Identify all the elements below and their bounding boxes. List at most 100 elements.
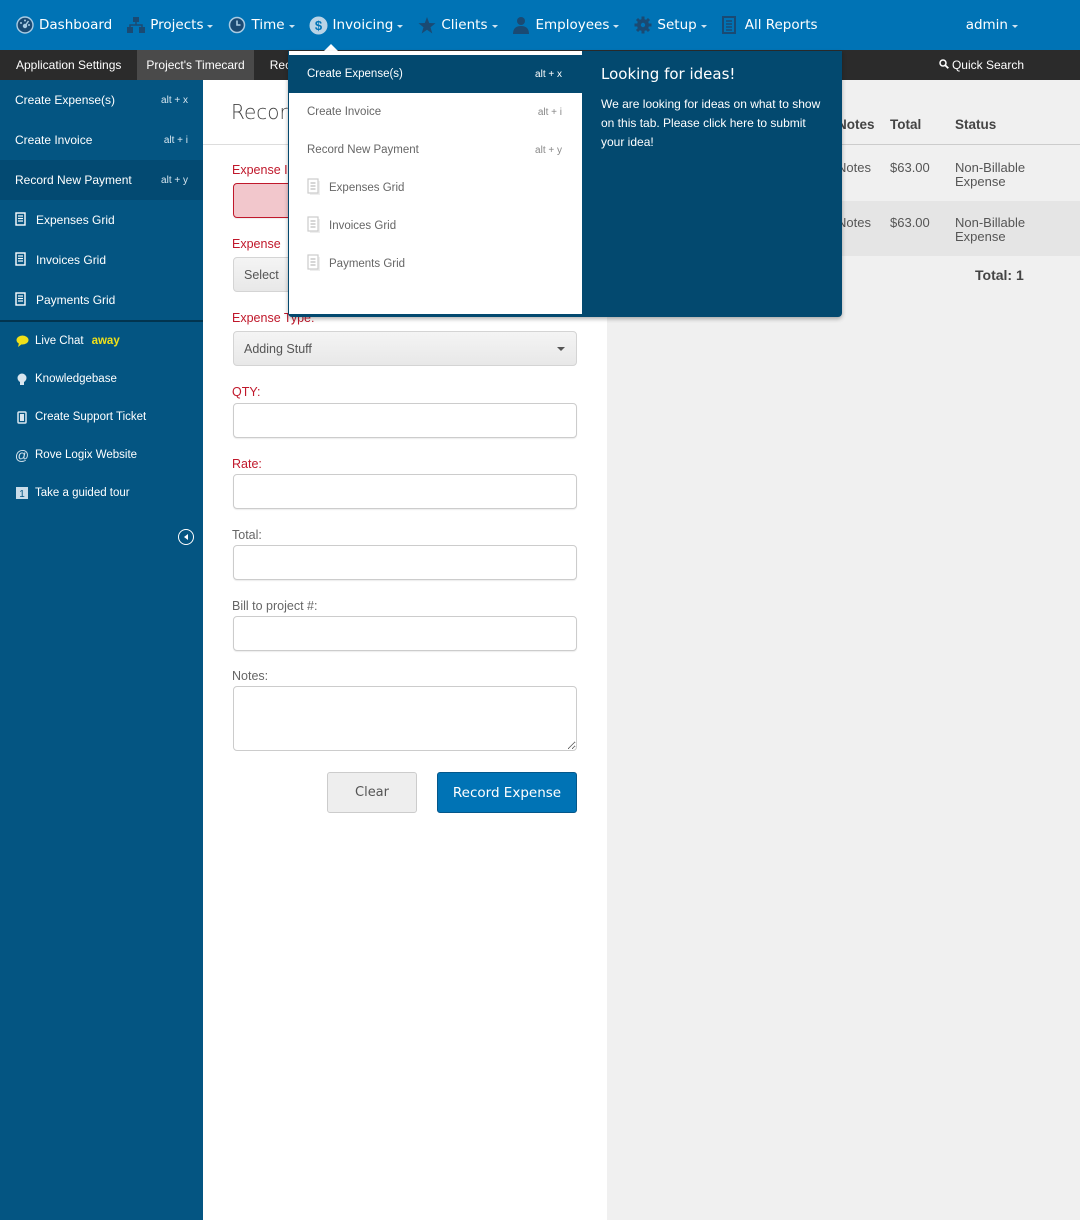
grid-document-icon	[307, 215, 321, 237]
gear-icon	[633, 16, 652, 35]
grid-document-icon	[307, 177, 321, 199]
caret-down-icon	[613, 24, 620, 28]
menu-item-invoices-grid[interactable]: Invoices Grid	[289, 207, 582, 245]
sidebar-knowledgebase[interactable]: Knowledgebase	[0, 360, 203, 398]
website-label: Rove Logix Website	[35, 449, 138, 461]
clock-icon	[227, 16, 246, 35]
nav-label: Employees	[535, 17, 610, 33]
caret-down-icon	[557, 347, 565, 351]
column-header-notes[interactable]: Notes	[837, 117, 875, 132]
star-icon	[417, 16, 436, 35]
menu-item-create-expense[interactable]: Create Expense(s) alt + x	[289, 55, 582, 93]
expense-category-value: Select	[244, 267, 279, 282]
sidebar-item-invoices-grid[interactable]: Invoices Grid	[0, 240, 203, 280]
bill-to-project-label: Bill to project #:	[232, 599, 318, 613]
ideas-panel[interactable]: Looking for ideas! We are looking for id…	[601, 65, 826, 152]
sidebar-live-chat[interactable]: Live Chat away	[0, 322, 203, 360]
dashboard-icon	[15, 16, 34, 35]
total-label: Total:	[232, 528, 262, 542]
sidebar-item-payments-grid[interactable]: Payments Grid	[0, 280, 203, 320]
nav-invoicing[interactable]: $ Invoicing	[302, 0, 411, 50]
menu-item-label: Create Invoice	[307, 106, 382, 118]
sidebar-support-ticket[interactable]: Create Support Ticket	[0, 398, 203, 436]
caret-down-icon	[397, 24, 404, 28]
ideas-title: Looking for ideas!	[601, 65, 736, 83]
svg-text:1: 1	[19, 489, 25, 499]
expense-type-value: Adding Stuff	[244, 341, 312, 356]
nav-label: All Reports	[744, 17, 818, 33]
search-icon	[939, 50, 949, 80]
shortcut-hint: alt + y	[161, 174, 188, 186]
nav-dashboard[interactable]: Dashboard	[0, 0, 119, 50]
sidebar-guided-tour[interactable]: 1 Take a guided tour	[0, 474, 203, 512]
nav-clients[interactable]: Clients	[410, 0, 504, 50]
record-expense-button[interactable]: Record Expense	[437, 772, 577, 813]
quick-search-label: Quick Search	[951, 58, 1024, 72]
user-menu[interactable]: admin	[959, 0, 1025, 50]
document-icon	[721, 15, 740, 35]
expense-type-select[interactable]: Adding Stuff	[233, 331, 577, 366]
sidebar: Create Expense(s) alt + x Create Invoice…	[0, 80, 203, 1220]
ticket-icon	[15, 410, 29, 424]
live-chat-label: Live Chat	[35, 335, 84, 347]
qty-input[interactable]	[233, 403, 577, 438]
nav-projects[interactable]: Projects	[119, 0, 220, 50]
column-header-total[interactable]: Total	[890, 117, 921, 132]
sidebar-item-label: Create Invoice	[15, 133, 93, 147]
sidebar-item-label: Invoices Grid	[36, 253, 107, 267]
collapse-sidebar-button[interactable]	[178, 529, 194, 545]
rate-input[interactable]	[233, 474, 577, 509]
number-one-icon: 1	[15, 487, 29, 499]
menu-item-label: Create Expense(s)	[307, 68, 403, 80]
menu-item-record-payment[interactable]: Record New Payment alt + y	[289, 131, 582, 169]
nav-label: Projects	[150, 17, 204, 33]
ideas-text-link[interactable]: We are looking for ideas on what to show…	[601, 95, 826, 152]
nav-setup[interactable]: Setup	[626, 0, 713, 50]
tab-application-settings[interactable]: Application Settings	[0, 50, 137, 80]
cell-status: Non-Billable Expense	[955, 160, 1026, 189]
column-header-status[interactable]: Status	[955, 117, 996, 132]
invoicing-dropdown-menu: Create Expense(s) alt + x Create Invoice…	[288, 51, 842, 317]
chevron-left-icon	[183, 534, 188, 540]
nav-label: Invoicing	[332, 17, 394, 33]
shortcut-hint: alt + i	[163, 134, 188, 146]
sidebar-item-expenses-grid[interactable]: Expenses Grid	[0, 200, 203, 240]
dollar-icon: $	[309, 16, 328, 35]
user-name: admin	[965, 17, 1008, 33]
notes-textarea[interactable]	[233, 686, 577, 751]
menu-item-label: Record New Payment	[307, 144, 419, 156]
guided-tour-label: Take a guided tour	[35, 487, 130, 499]
sidebar-item-create-invoice[interactable]: Create Invoice alt + i	[0, 120, 203, 160]
quick-search-button[interactable]: Quick Search	[939, 50, 1024, 80]
nav-all-reports[interactable]: All Reports	[714, 0, 825, 50]
sidebar-item-label: Payments Grid	[36, 293, 116, 307]
cell-total: $63.00	[890, 160, 930, 175]
top-navigation: Dashboard Projects Time $ Invoicing Clie…	[0, 0, 1080, 50]
chat-status-badge: away	[91, 335, 120, 347]
sidebar-item-create-expense[interactable]: Create Expense(s) alt + x	[0, 80, 203, 120]
menu-item-create-invoice[interactable]: Create Invoice alt + i	[289, 93, 582, 131]
caret-down-icon	[491, 24, 498, 28]
caret-down-icon	[700, 24, 707, 28]
shortcut-hint: alt + y	[535, 144, 562, 156]
total-input[interactable]	[233, 545, 577, 580]
dropdown-menu-list: Create Expense(s) alt + x Create Invoice…	[289, 51, 582, 314]
sidebar-website-link[interactable]: @ Rove Logix Website	[0, 436, 203, 474]
tab-projects-timecard[interactable]: Project's Timecard	[137, 50, 254, 80]
grid-document-icon	[15, 291, 27, 309]
grid-document-icon	[15, 211, 27, 229]
sidebar-item-label: Record New Payment	[15, 173, 132, 187]
sidebar-item-label: Expenses Grid	[36, 213, 115, 227]
nav-time[interactable]: Time	[220, 0, 301, 50]
menu-item-label: Payments Grid	[329, 258, 406, 270]
menu-item-payments-grid[interactable]: Payments Grid	[289, 245, 582, 283]
menu-item-expenses-grid[interactable]: Expenses Grid	[289, 169, 582, 207]
clear-button[interactable]: Clear	[327, 772, 417, 813]
nav-employees[interactable]: Employees	[505, 0, 627, 50]
bill-to-project-input[interactable]	[233, 616, 577, 651]
chat-bubble-icon	[15, 335, 29, 347]
caret-down-icon	[1012, 24, 1018, 28]
knowledgebase-label: Knowledgebase	[35, 373, 117, 385]
sidebar-item-record-payment[interactable]: Record New Payment alt + y	[0, 160, 203, 200]
nav-label: Time	[251, 17, 285, 33]
